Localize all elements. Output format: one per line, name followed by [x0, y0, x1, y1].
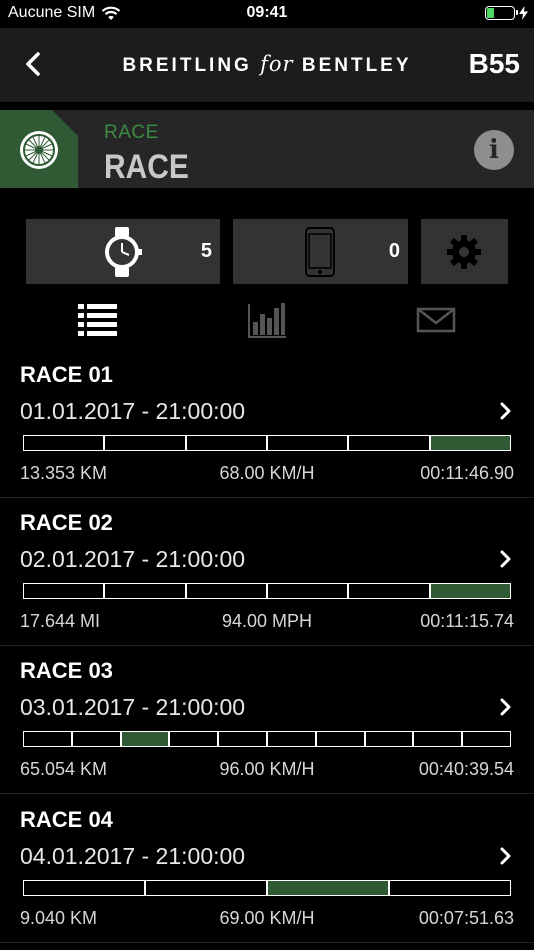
chevron-right-icon: [500, 698, 511, 716]
progress-segment: [170, 732, 218, 746]
phone-count: 0: [388, 240, 400, 262]
progress-segment: [24, 881, 144, 895]
brand-logo: BREITLING for BENTLEY: [0, 52, 534, 77]
info-icon[interactable]: i: [474, 130, 514, 170]
race-progress-bar: [23, 731, 511, 747]
phone-button[interactable]: 0: [233, 219, 408, 284]
progress-segment: [146, 881, 266, 895]
header-subtitle: RACE: [104, 122, 159, 143]
status-right: [485, 6, 528, 20]
watch-icon: [105, 227, 142, 277]
progress-segment: [349, 584, 429, 598]
race-duration: 00:40:39.54: [418, 759, 514, 779]
progress-segment: [390, 881, 510, 895]
progress-segment: [219, 732, 266, 746]
progress-segment: [24, 436, 104, 450]
progress-segment: [414, 732, 462, 746]
progress-segment: [105, 436, 185, 450]
section-header: RACE RACE i: [0, 110, 534, 188]
race-date: 01.01.2017 - 21:00:00: [20, 398, 246, 424]
chevron-right-icon: [500, 550, 511, 568]
race-item[interactable]: RACE 04 04.01.2017 - 21:00:00 9.040 KM 6…: [0, 795, 534, 943]
race-title: RACE 03: [20, 658, 113, 683]
progress-segment: [316, 732, 364, 746]
race-progress-bar: [23, 435, 511, 451]
watch-button[interactable]: 5: [26, 219, 220, 284]
progress-segment: [267, 584, 348, 598]
progress-segment-active: [430, 584, 510, 598]
brand-bentley: BENTLEY: [301, 55, 412, 76]
progress-segment: [24, 732, 71, 746]
race-title: RACE 02: [20, 510, 113, 535]
chevron-right-icon: [500, 847, 511, 865]
status-bar: Aucune SIM 09:41: [0, 0, 534, 28]
race-item[interactable]: RACE 02 02.01.2017 - 21:00:00 17.644 MI …: [0, 498, 534, 646]
nav-bar: BREITLING for BENTLEY B55: [0, 28, 534, 102]
progress-segment: [186, 436, 266, 450]
race-date: 02.01.2017 - 21:00:00: [20, 546, 246, 572]
race-progress-bar: [23, 880, 511, 896]
brand-for: for: [260, 52, 294, 76]
battery-icon: [485, 6, 518, 20]
chart-tab-icon[interactable]: [248, 300, 288, 340]
progress-segment: [267, 436, 348, 450]
wire-wheel-icon: [20, 131, 58, 169]
progress-segment-active: [121, 732, 169, 746]
race-duration: 00:11:46.90: [420, 463, 514, 483]
status-time: 09:41: [246, 4, 288, 21]
progress-segment: [186, 584, 266, 598]
progress-segment: [72, 732, 120, 746]
progress-segment: [24, 584, 104, 598]
race-date: 04.01.2017 - 21:00:00: [20, 843, 246, 869]
list-view-tab-icon[interactable]: [78, 300, 118, 340]
progress-segment: [463, 732, 510, 746]
progress-segment-active: [430, 436, 510, 450]
race-item[interactable]: RACE 03 03.01.2017 - 21:00:00 65.054 KM …: [0, 646, 534, 794]
race-duration: 00:07:51.63: [418, 908, 514, 928]
settings-button[interactable]: [421, 219, 508, 284]
race-duration: 00:11:15.74: [420, 611, 514, 631]
progress-segment: [349, 436, 429, 450]
mail-tab-icon[interactable]: [416, 300, 456, 340]
gear-icon: [447, 235, 481, 269]
race-title: RACE 04: [20, 807, 113, 832]
race-progress-bar: [23, 583, 511, 599]
brand-breitling: BREITLING: [122, 55, 252, 76]
race-title: RACE 01: [20, 362, 113, 387]
progress-segment: [365, 732, 413, 746]
header-title: RACE: [104, 148, 189, 186]
chevron-right-icon: [500, 402, 511, 420]
race-item[interactable]: RACE 01 01.01.2017 - 21:00:00 13.353 KM …: [0, 350, 534, 498]
charging-bolt-icon: [519, 6, 528, 20]
model-label: B55: [468, 48, 520, 79]
watch-count: 5: [200, 240, 212, 262]
progress-segment: [105, 584, 185, 598]
race-date: 03.01.2017 - 21:00:00: [20, 694, 246, 720]
progress-segment-active: [268, 881, 388, 895]
divider: [0, 942, 534, 943]
divider: [0, 793, 534, 794]
phone-icon: [305, 227, 335, 277]
progress-segment: [267, 732, 315, 746]
